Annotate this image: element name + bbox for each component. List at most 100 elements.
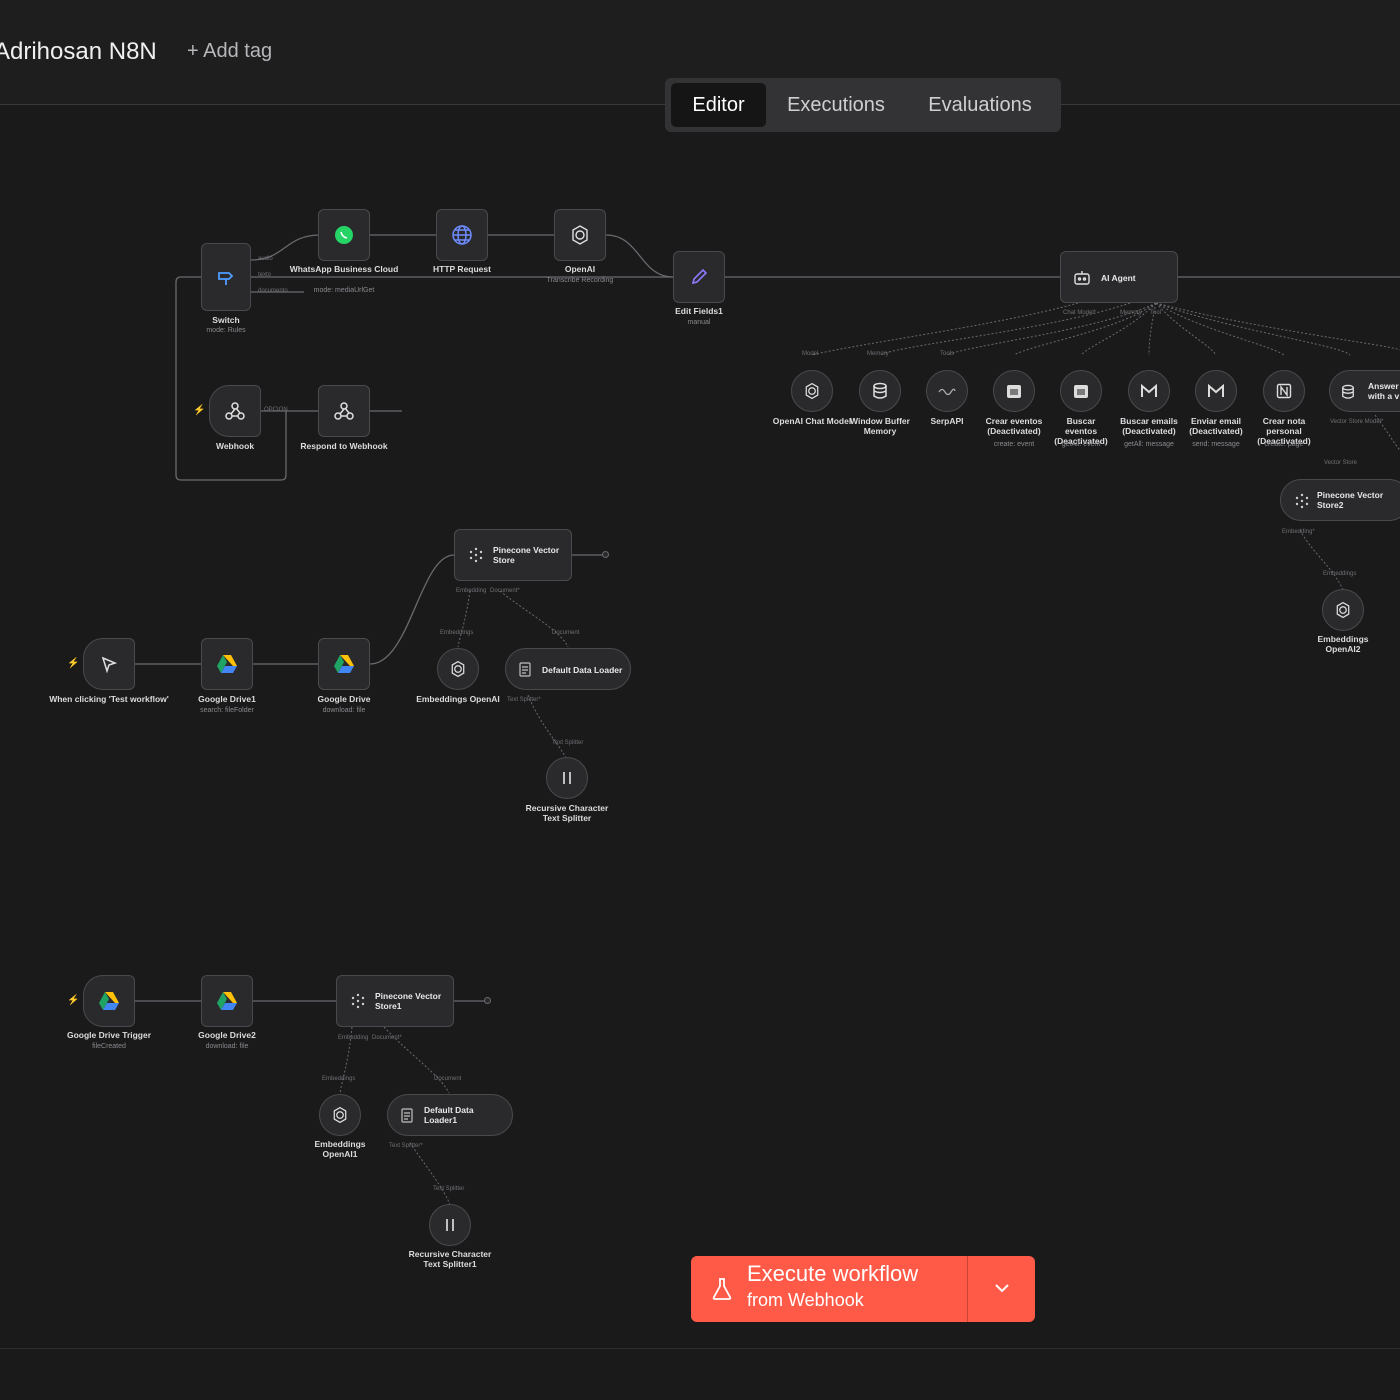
node-pinecone-vector-store2[interactable]: Pinecone Vector Store2 xyxy=(1280,479,1400,521)
node-buscar-eventos[interactable] xyxy=(1060,370,1102,412)
node-google-drive2[interactable] xyxy=(201,975,253,1027)
serpapi-port: Tools xyxy=(940,351,955,357)
node-openai[interactable] xyxy=(554,209,606,261)
switch-output-texto: texto xyxy=(258,272,272,278)
chatmodel-port: Model xyxy=(802,351,819,357)
node-edit-fields[interactable] xyxy=(673,251,725,303)
whatsapp-label: WhatsApp Business Cloud xyxy=(289,264,399,274)
node-http-request[interactable] xyxy=(436,209,488,261)
openai-sub: Transcribe Recording xyxy=(546,277,614,284)
chevron-down-icon xyxy=(994,1280,1010,1298)
splitter1-label: Recursive Character Text Splitter1 xyxy=(408,1249,492,1269)
aiagent-port-tool: Tool xyxy=(1150,310,1162,316)
pine2-port-embedding: Embedding* xyxy=(1282,529,1315,535)
database-icon xyxy=(1341,384,1355,405)
node-pinecone-vector-store[interactable]: Pinecone Vector Store xyxy=(454,529,572,581)
node-pinecone-vector-store1[interactable]: Pinecone Vector Store1 xyxy=(336,975,454,1027)
workflow-title[interactable]: Adrihosan N8N xyxy=(0,38,157,66)
node-crear-nota[interactable] xyxy=(1263,370,1305,412)
pine-port-document: Document* xyxy=(490,588,520,594)
pine1-port-embedding: Embedding xyxy=(338,1035,369,1041)
splitter1-port: Text Splitter xyxy=(433,1186,465,1192)
buscar-sub: getAll: event xyxy=(1061,441,1101,448)
aiagent-label: AI Agent xyxy=(1101,273,1136,283)
node-window-buffer-memory[interactable] xyxy=(859,370,901,412)
node-switch[interactable] xyxy=(201,243,251,311)
pine2-label: Pinecone Vector Store2 xyxy=(1317,490,1384,510)
pine-output-handle[interactable] xyxy=(602,551,609,558)
node-serpapi[interactable] xyxy=(926,370,968,412)
node-openai-chat-model[interactable] xyxy=(791,370,833,412)
google-drive-icon xyxy=(202,976,252,1026)
node-respond-webhook[interactable] xyxy=(318,385,370,437)
node-text-splitter1[interactable] xyxy=(429,1204,471,1246)
node-google-drive-trigger[interactable] xyxy=(83,975,135,1027)
answer-port: Vector Store Model* xyxy=(1330,419,1384,425)
node-manual-trigger[interactable] xyxy=(83,638,135,690)
gdrive-label: Google Drive xyxy=(317,694,371,704)
node-answer-vector[interactable]: Answer with a v xyxy=(1329,370,1400,412)
execute-sublabel: from Webhook xyxy=(747,1290,864,1310)
calendar-icon xyxy=(1061,371,1101,411)
node-embeddings-openai1[interactable] xyxy=(319,1094,361,1136)
emb-label: Embeddings OpenAI xyxy=(416,694,500,704)
node-enviar-email[interactable] xyxy=(1195,370,1237,412)
openai-label: OpenAI xyxy=(564,264,596,274)
whatsapp-sub: mode: mediaUrlGet xyxy=(313,287,375,294)
node-embeddings-openai[interactable] xyxy=(437,648,479,690)
gdtrigger-label: Google Drive Trigger xyxy=(66,1030,152,1040)
execute-label: Execute workflow xyxy=(747,1261,919,1286)
node-crear-eventos[interactable] xyxy=(993,370,1035,412)
workflow-canvas[interactable]: audio texto documento Switch mode: Rules… xyxy=(0,105,1400,1348)
node-webhook[interactable] xyxy=(209,385,261,437)
gdrive1-label: Google Drive1 xyxy=(198,694,256,704)
notion-icon xyxy=(1264,371,1304,411)
node-buscar-emails[interactable] xyxy=(1128,370,1170,412)
node-ai-agent[interactable]: AI Agent xyxy=(1060,251,1178,303)
globe-icon xyxy=(437,210,487,260)
add-tag-button[interactable]: + Add tag xyxy=(187,40,272,63)
node-google-drive[interactable] xyxy=(318,638,370,690)
node-text-splitter[interactable] xyxy=(546,757,588,799)
node-embeddings-openai2[interactable] xyxy=(1322,589,1364,631)
enviar-sub: send: message xyxy=(1192,441,1240,448)
node-google-drive1[interactable] xyxy=(201,638,253,690)
gdrive1-sub: search: fileFolder xyxy=(200,707,254,714)
splitter-label: Recursive Character Text Splitter xyxy=(525,803,609,823)
pinecone-icon xyxy=(1294,493,1310,514)
execute-main[interactable]: Execute workflow from Webhook xyxy=(691,1256,967,1322)
openai-icon xyxy=(320,1095,360,1135)
nota-sub: create: page xyxy=(1264,441,1304,448)
pine1-label: Pinecone Vector Store1 xyxy=(375,991,442,1011)
pine-label: Pinecone Vector Store xyxy=(493,545,560,565)
gmail-icon xyxy=(1129,371,1169,411)
crear-sub: create: event xyxy=(993,441,1035,448)
pine1-output-handle[interactable] xyxy=(484,997,491,1004)
emb1-port: Embeddings xyxy=(322,1076,356,1082)
google-drive-icon xyxy=(84,976,134,1026)
pine-port-embedding: Embedding xyxy=(456,588,487,594)
node-whatsapp[interactable] xyxy=(318,209,370,261)
emb1-label: Embeddings OpenAI1 xyxy=(314,1139,366,1159)
editfields-label: Edit Fields1 xyxy=(675,306,723,316)
gmail-icon xyxy=(1196,371,1236,411)
splitter-icon xyxy=(547,758,587,798)
node-default-data-loader[interactable]: Default Data Loader xyxy=(505,648,631,690)
node-default-data-loader1[interactable]: Default Data Loader1 xyxy=(387,1094,513,1136)
pinecone-icon xyxy=(468,547,484,568)
clicktrigger-label: When clicking 'Test workflow' xyxy=(49,694,169,704)
bottom-divider xyxy=(0,1348,1400,1349)
webhook-port: OPCION xyxy=(264,407,288,413)
crear-label: Crear eventos (Deactivated) xyxy=(985,416,1043,436)
execute-workflow-button[interactable]: Execute workflow from Webhook xyxy=(691,1256,1035,1322)
loader-label: Default Data Loader xyxy=(542,665,623,675)
switch-output-audio: audio xyxy=(258,256,273,262)
openai-icon xyxy=(1323,590,1363,630)
gdrive-sub: download: file xyxy=(322,707,366,714)
trigger-bolt-icon: ⚡ xyxy=(67,995,80,1006)
http-label: HTTP Request xyxy=(433,264,491,274)
emb2-label: Embeddings OpenAI2 xyxy=(1317,634,1369,654)
robot-icon xyxy=(1073,269,1091,292)
openai-icon xyxy=(555,210,605,260)
execute-dropdown[interactable] xyxy=(968,1256,1035,1322)
